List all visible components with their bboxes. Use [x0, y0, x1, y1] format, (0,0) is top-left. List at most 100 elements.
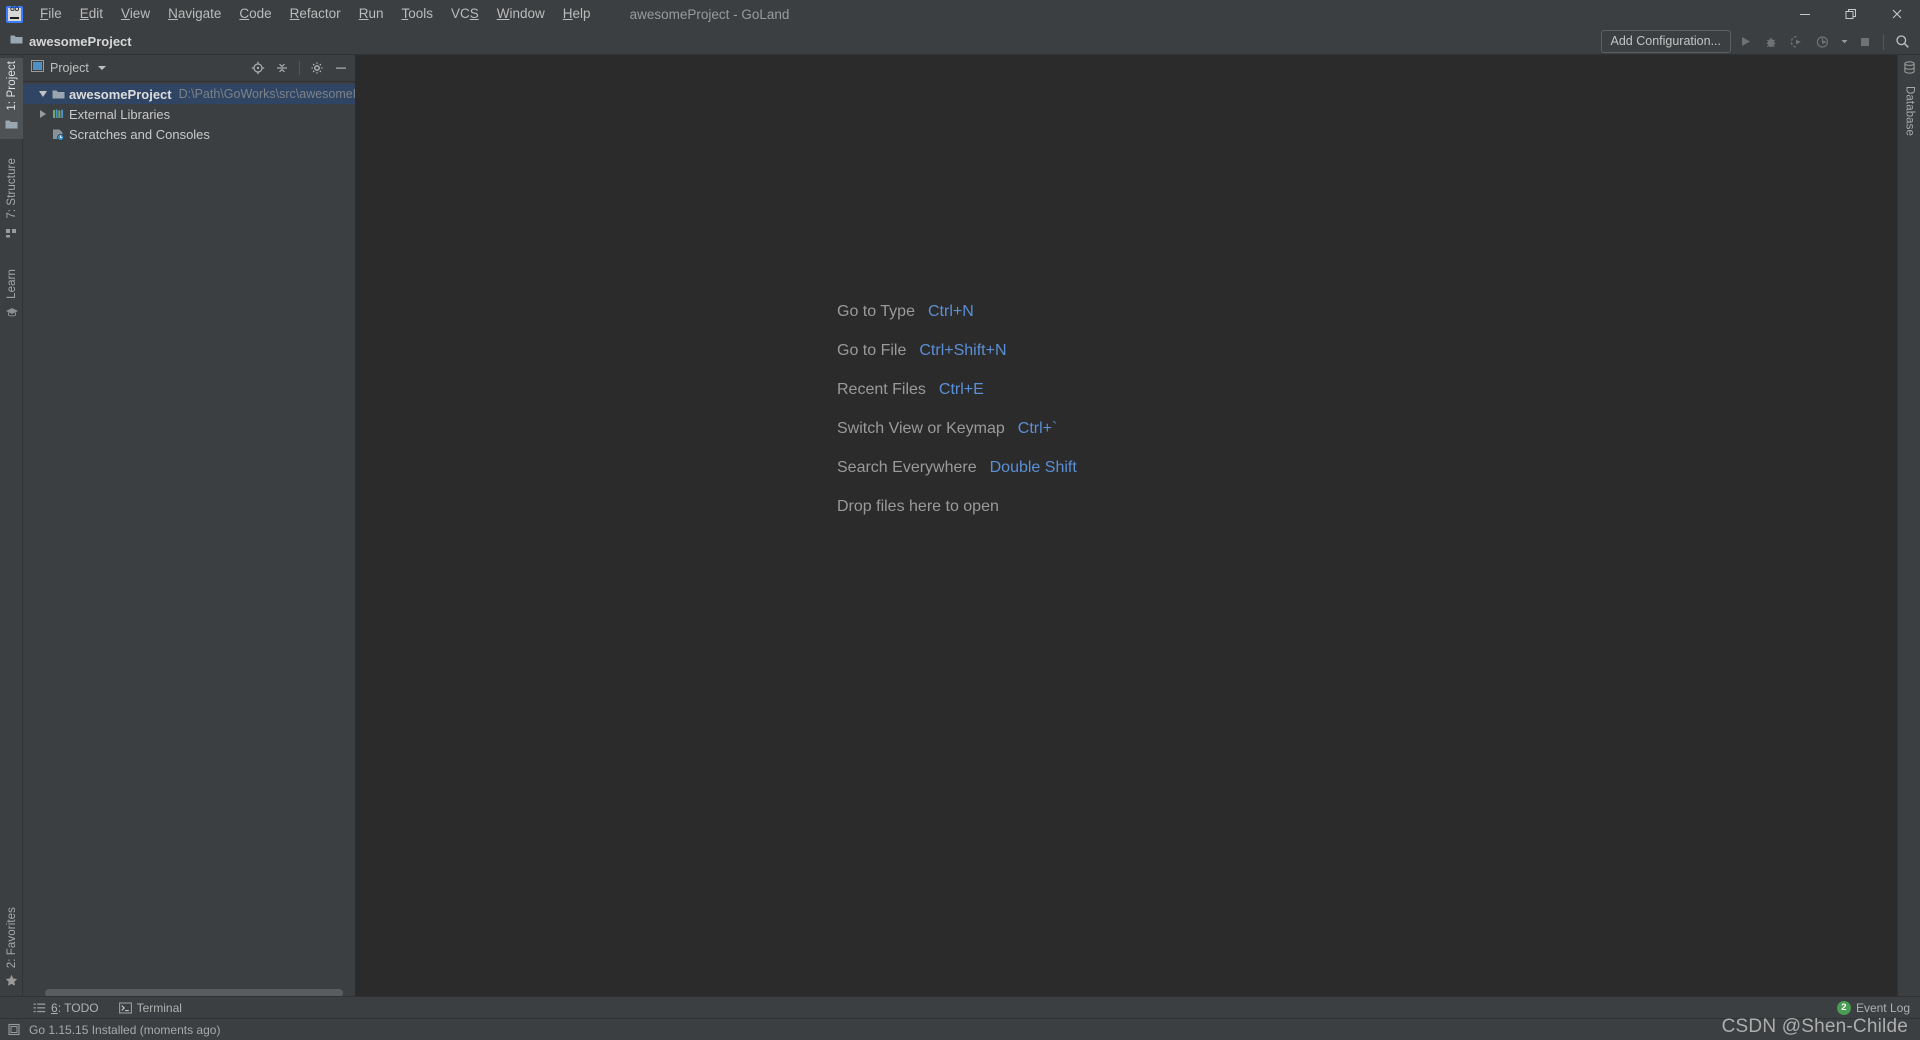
tool-tab-2-favorites[interactable]: 2: Favorites — [0, 904, 23, 996]
project-tree: awesomeProject D:\Path\GoWorks\src\awesom… — [23, 82, 355, 144]
bottom-tab-terminal[interactable]: Terminal — [109, 997, 192, 1019]
shortcut-hint-row: Go to File Ctrl+Shift+N — [837, 331, 1077, 370]
structure-icon — [5, 225, 18, 243]
tree-node-path: D:\Path\GoWorks\src\awesomeP — [178, 87, 355, 101]
folder-icon — [49, 89, 67, 100]
tool-tab-learn[interactable]: Learn — [0, 266, 23, 327]
tool-tab-label: Database — [1903, 86, 1916, 137]
chevron-right-icon[interactable] — [37, 110, 49, 118]
restore-icon[interactable] — [1828, 0, 1874, 28]
close-icon[interactable] — [1874, 0, 1920, 28]
shortcut-hint-label: Drop files here to open — [837, 497, 999, 515]
shortcut-hint-label: Switch View or Keymap — [837, 419, 1005, 437]
tool-tab-1-project[interactable]: 1: Project — [0, 58, 23, 139]
search-icon[interactable] — [1890, 31, 1914, 53]
event-log-button[interactable]: 2 Event Log — [1836, 1000, 1920, 1015]
scratches-icon — [49, 128, 67, 141]
menu-item-vcs[interactable]: VCS — [442, 2, 488, 26]
toolbar-divider — [1883, 33, 1884, 50]
shortcut-hint-key: Ctrl+` — [1017, 419, 1058, 437]
window-controls — [1782, 0, 1920, 28]
shortcut-hint-row: Search Everywhere Double Shift — [837, 448, 1077, 487]
hide-icon[interactable] — [331, 58, 351, 78]
shortcut-hint-row: Go to Type Ctrl+N — [837, 292, 1077, 331]
main-menu: File Edit View Navigate Code Refactor Run Tools… — [31, 0, 600, 28]
tool-tab-label: 2: Favorites — [5, 906, 18, 968]
tool-window-icon — [31, 59, 44, 77]
tool-tab-label: 1: Project — [5, 61, 18, 111]
bottom-tab-label: 6: TODO — [51, 1000, 99, 1015]
menu-item-navigate[interactable]: Navigate — [159, 2, 230, 26]
tree-node[interactable]: awesomeProject D:\Path\GoWorks\src\awesom… — [23, 84, 355, 104]
project-panel-title-button[interactable]: Project — [31, 59, 106, 77]
menu-item-edit[interactable]: Edit — [71, 2, 112, 26]
shortcut-hint-key: Double Shift — [989, 458, 1077, 476]
stop-icon[interactable] — [1853, 31, 1877, 53]
learn-graduation-icon — [5, 305, 19, 323]
todo-list-icon — [33, 1002, 46, 1014]
shortcut-hint-label: Go to Type — [837, 302, 915, 320]
project-tool-window: Project awesomeProject D:\Path\GoWorks\s… — [23, 55, 356, 1008]
status-message: Go 1.15.15 Installed (moments ago) — [29, 1022, 221, 1037]
shortcut-hint-label: Recent Files — [837, 380, 926, 398]
tree-node[interactable]: Scratches and Consoles — [23, 124, 355, 144]
tree-node-label: Scratches and Consoles — [69, 126, 210, 142]
menu-item-file[interactable]: File — [31, 2, 71, 26]
shortcut-hint-key: Ctrl+E — [938, 380, 984, 398]
breadcrumb-label: awesomeProject — [29, 33, 132, 49]
shortcut-hint-key: Ctrl+Shift+N — [919, 341, 1007, 359]
chevron-down-icon[interactable] — [1837, 31, 1851, 53]
project-panel-header: Project — [23, 55, 355, 82]
collapse-all-icon[interactable] — [272, 58, 292, 78]
menu-item-run[interactable]: Run — [350, 2, 393, 26]
project-panel-label: Project — [50, 61, 89, 75]
project-folder-icon — [5, 117, 18, 135]
menu-item-tools[interactable]: Tools — [392, 2, 442, 26]
memory-indicator-icon[interactable] — [8, 1023, 21, 1036]
menu-item-code[interactable]: Code — [230, 2, 280, 26]
menu-item-help[interactable]: Help — [554, 2, 600, 26]
run-with-coverage-icon[interactable] — [1785, 31, 1809, 53]
gear-icon[interactable] — [307, 58, 327, 78]
tree-node-label: External Libraries — [69, 106, 171, 122]
menu-item-window[interactable]: Window — [488, 2, 554, 26]
shortcut-hint-row: Drop files here to open — [837, 487, 1077, 526]
chevron-down-icon[interactable] — [97, 66, 106, 70]
select-opened-file-icon[interactable] — [248, 58, 268, 78]
goland-logo-icon — [6, 5, 23, 23]
add-configuration-button[interactable]: Add Configuration... — [1600, 30, 1731, 53]
tool-tab-database[interactable]: Database — [1898, 58, 1920, 139]
terminal-icon — [118, 1001, 132, 1014]
shortcut-hint-label: Go to File — [837, 341, 907, 359]
editor-empty-area: Go to Type Ctrl+N Go to File Ctrl+Shift+N Re… — [356, 55, 1897, 1008]
right-tool-strip: Database — [1897, 55, 1920, 1008]
project-panel-toolbar — [248, 58, 351, 78]
external-libraries-icon — [49, 108, 67, 120]
run-icon[interactable] — [1733, 31, 1757, 53]
bottom-tab-6-todo[interactable]: 6: TODO — [23, 997, 109, 1019]
database-icon — [1903, 61, 1916, 79]
menu-item-refactor[interactable]: Refactor — [281, 2, 350, 26]
event-log-label: Event Log — [1855, 1000, 1910, 1015]
minimize-icon[interactable] — [1782, 0, 1828, 28]
profiler-icon[interactable] — [1811, 31, 1835, 53]
navigation-bar: awesomeProject Add Configuration... — [0, 28, 1920, 55]
window-title: awesomeProject - GoLand — [629, 6, 790, 22]
bottom-tool-strip: 6: TODO Terminal 2 Event Log — [0, 996, 1920, 1018]
tree-node[interactable]: External Libraries — [23, 104, 355, 124]
breadcrumb[interactable]: awesomeProject — [10, 32, 132, 50]
menu-item-view[interactable]: View — [112, 2, 159, 26]
tool-tab-label: 7: Structure — [5, 158, 18, 219]
tool-tab-7-structure[interactable]: 7: Structure — [0, 155, 23, 247]
status-bar: Go 1.15.15 Installed (moments ago) — [0, 1018, 1920, 1040]
debug-icon[interactable] — [1759, 31, 1783, 53]
bottom-tab-label: Terminal — [136, 1000, 182, 1015]
shortcut-hint-key: Ctrl+N — [927, 302, 974, 320]
watermark: CSDN @Shen-Childe — [1721, 1016, 1908, 1037]
star-icon — [5, 974, 18, 992]
tool-tab-label: Learn — [5, 269, 18, 300]
tree-node-label: awesomeProject — [69, 86, 172, 102]
editor-shortcut-hints: Go to Type Ctrl+N Go to File Ctrl+Shift+N Re… — [837, 292, 1077, 526]
chevron-down-icon[interactable] — [37, 91, 49, 97]
event-log-badge: 2 — [1836, 1000, 1851, 1015]
